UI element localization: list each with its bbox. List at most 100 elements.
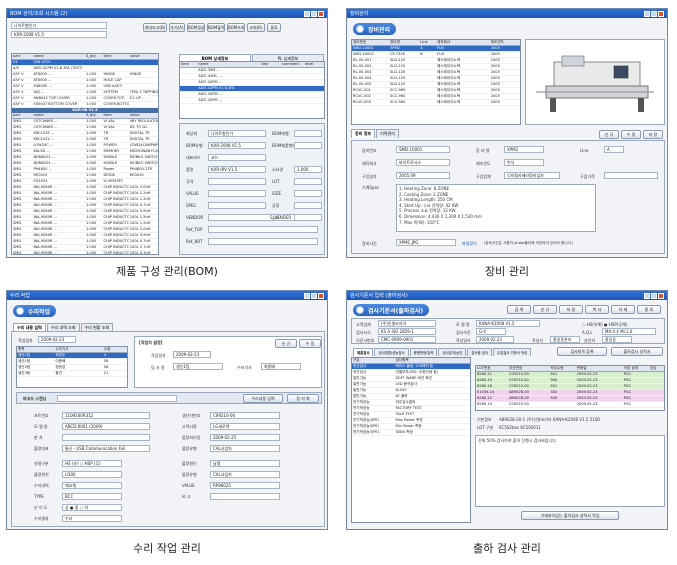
repair-worker-grid[interactable]: 항목 수리기사 수량 생산1팀 최영주 4 생산1팀 이종배 56 생산2팀 정현성 56 생산3팀 황… <box>16 346 128 388</box>
equip-year-field[interactable]: 번식 <box>504 159 544 166</box>
equipment-action-button[interactable]: 수 정 <box>621 130 641 139</box>
ins-approver-field[interactable]: 홍길동 <box>602 336 632 343</box>
bom-form-right-field[interactable] <box>294 214 322 221</box>
bom-form-right-field[interactable] <box>294 190 322 197</box>
bom-right-grid[interactable]: item name key comment level ADO-35M ... ADO-4… <box>179 61 325 119</box>
maximize-icon[interactable] <box>651 292 657 299</box>
inspection-top-button[interactable]: 저 장 <box>559 305 583 314</box>
inspection-lot-grid[interactable]: LOT번호 자산번호 작업수량 판매일 작업 상태 담당 6280-11 C09210-00… <box>475 365 665 411</box>
repair-bottom-field[interactable]: 수리 <box>62 515 122 522</box>
equipment-spec-box[interactable]: 1. Heating Zone: 8 ZONE 2. Cooling Zone: … <box>396 184 596 232</box>
bom-toolbar-button[interactable]: BOM출력 <box>207 23 225 32</box>
bom-form-field[interactable]: KXR-2008 V1.5 <box>208 142 266 149</box>
bom-toolbar-button[interactable]: BOM생성 <box>187 23 205 32</box>
ins-model-field[interactable]: KANA-K2008 V1.5 <box>476 320 540 327</box>
repair-bottom-field[interactable] <box>210 493 280 500</box>
repair-info-field[interactable]: 통신 - USB Communication Fail <box>62 445 150 452</box>
bom-combo-model[interactable]: KXR-2008 V1.5 <box>11 31 107 38</box>
repair-date-field[interactable]: 2009-02-23 <box>38 336 76 343</box>
inspection-top-button[interactable]: 복 사 <box>585 305 609 314</box>
equip-buyprice-field[interactable] <box>604 172 658 179</box>
repair-panel-team-field[interactable]: 생산1팀 <box>173 363 223 370</box>
equipment-action-button[interactable]: 저 장 <box>643 130 663 139</box>
table-row[interactable]: 전기적성능(SPE) SENS 측정 <box>352 430 470 436</box>
equip-maker-field[interactable]: 바이트로닉스 <box>396 159 450 166</box>
ins-bottom-button[interactable]: 기재되어있는 출하검사 성적서 작업 <box>521 511 619 520</box>
repair-bottom-field[interactable]: RP86025 <box>210 482 280 489</box>
table-row[interactable]: RCVC-003 SCC-960 에스테이이노텍 2005 <box>352 100 520 106</box>
minimize-icon[interactable] <box>304 292 310 299</box>
ins-rev-field[interactable]: 2009.02.23 <box>476 336 514 343</box>
inspection-tab[interactable]: 수입검사 기준서 작성 <box>493 348 532 356</box>
ins-qty-field[interactable]: G-II <box>476 328 506 335</box>
inspection-top-button[interactable]: 검 색 <box>507 305 531 314</box>
bom-form-field[interactable] <box>208 226 318 233</box>
table-row[interactable]: 생산3팀 황관 21 <box>17 371 127 377</box>
repair-stop-button[interactable]: 정 지 화 <box>287 394 319 403</box>
close-icon[interactable] <box>658 292 664 299</box>
minimize-icon[interactable] <box>644 292 650 299</box>
bom-form-right-field[interactable]: 1.000 <box>294 166 322 173</box>
equipment-tab[interactable]: 이력관리 <box>376 129 399 138</box>
repair-info-field[interactable]: 2009-02-25 <box>210 434 280 441</box>
bom-form-right-field[interactable] <box>294 142 322 149</box>
equipment-tab[interactable]: 장비 정보 <box>351 129 376 138</box>
bom-toolbar-button[interactable]: 조회(R) <box>247 23 265 32</box>
equip-line-field[interactable]: A <box>604 146 624 153</box>
repair-edit-button[interactable]: 수 정 <box>299 339 321 348</box>
maximize-icon[interactable] <box>651 10 657 17</box>
inspection-items-grid[interactable]: 구분 검사항목 외관검사 케이스 불량, 스크래치 등 외관검사 라벨부착(오타, 이중… <box>351 357 471 523</box>
bom-toolbar-button[interactable]: 추가(A) <box>169 23 185 32</box>
inspection-top-button[interactable]: 신 규 <box>533 305 557 314</box>
maximize-icon[interactable] <box>311 10 317 17</box>
repair-bottom-field[interactable]: 재교체 <box>62 482 122 489</box>
inspection-top-button[interactable]: 삭 제 <box>611 305 635 314</box>
equipment-grid[interactable]: 장비번호 장비명 Line 제작회사 제조연도 SMD-10001 XPM2 A FUJI 20… <box>351 39 521 125</box>
inspection-tab[interactable]: 종합판정/입력 <box>409 348 438 356</box>
inspection-tab[interactable]: 검사중 검사 <box>467 348 492 356</box>
equip-buydate-field[interactable]: 2005.09 <box>396 172 450 179</box>
bom-form-right-field[interactable] <box>294 202 322 209</box>
repair-panel-worker-field[interactable]: 최종배 <box>261 363 301 370</box>
inspection-top-button[interactable]: 종 료 <box>637 305 661 314</box>
repair-bottom-field[interactable]: HS (유) ○ HSP (무) <box>62 460 122 467</box>
repair-info-field[interactable] <box>62 434 150 441</box>
ins-std-field[interactable]: KS A ISO 2859-1 <box>378 328 436 335</box>
bom-form-right-field[interactable] <box>294 130 322 137</box>
equip-name-field[interactable]: XPM2 <box>504 146 544 153</box>
repair-barcode-field[interactable] <box>57 395 177 402</box>
bom-form-field[interactable] <box>208 178 266 185</box>
ins-docno-field[interactable]: CMC-0909-0901 <box>378 336 436 343</box>
repair-bottom-field[interactable]: U300 <box>62 471 122 478</box>
repair-panel-date-field[interactable]: 2009-02-23 <box>173 351 211 358</box>
inspection-tab[interactable]: 제품검사 <box>353 348 374 356</box>
ins-aql-field[interactable]: MA:0.4 MI:1.0 <box>602 328 656 335</box>
ins-writer-field[interactable]: 홍길동관리 <box>550 336 580 343</box>
bom-form-field[interactable] <box>208 202 266 209</box>
repair-info-field[interactable]: LG새로텍 <box>210 423 280 430</box>
repair-bottom-field[interactable]: 납땜 <box>210 460 280 467</box>
table-row[interactable]: 6280-10 C09210-00 2009-02-23 PGC <box>476 402 664 408</box>
equipment-action-button[interactable]: 신 규 <box>599 130 619 139</box>
equip-photo-find[interactable]: 파일찾기 <box>462 241 477 247</box>
inspection-tab[interactable]: 검사분석/승인 <box>438 348 467 356</box>
repair-info-field[interactable]: C09210-00 <box>210 412 280 419</box>
inspection-tab[interactable]: 검사방법/성능검사 <box>374 348 409 356</box>
repair-bottom-field[interactable]: CAL사업자 <box>210 471 280 478</box>
ins-report-button[interactable]: 출하검사 성적서 <box>611 347 663 356</box>
close-icon[interactable] <box>658 10 664 17</box>
inspection-note-box[interactable]: 전체 50% 검사하여 출하 진행시 검사바랍니다. <box>475 435 665 507</box>
repair-bottom-field[interactable]: 상 ● 중 ○ 하 <box>62 504 122 511</box>
repair-input-button[interactable]: 수리내용 입력 <box>243 394 283 403</box>
repair-bottom-field[interactable]: BCC <box>62 493 122 500</box>
repair-info-field[interactable]: 1109200R312 <box>62 412 150 419</box>
table-row[interactable]: SMD INA-9060R ... 1.000 CHIP INDUCTOR100L 3… <box>12 251 158 254</box>
bom-toolbar-button[interactable]: BOM조회 <box>227 23 245 32</box>
bom-form-field[interactable] <box>208 190 266 197</box>
close-icon[interactable] <box>318 10 324 17</box>
close-icon[interactable] <box>318 292 324 299</box>
bom-toolbar-button[interactable]: 종료 <box>267 23 281 32</box>
minimize-icon[interactable] <box>304 10 310 17</box>
repair-info-field[interactable]: CAL사업자 <box>210 445 280 452</box>
ins-customer-field[interactable]: (주)인셀코리아 <box>378 320 436 327</box>
